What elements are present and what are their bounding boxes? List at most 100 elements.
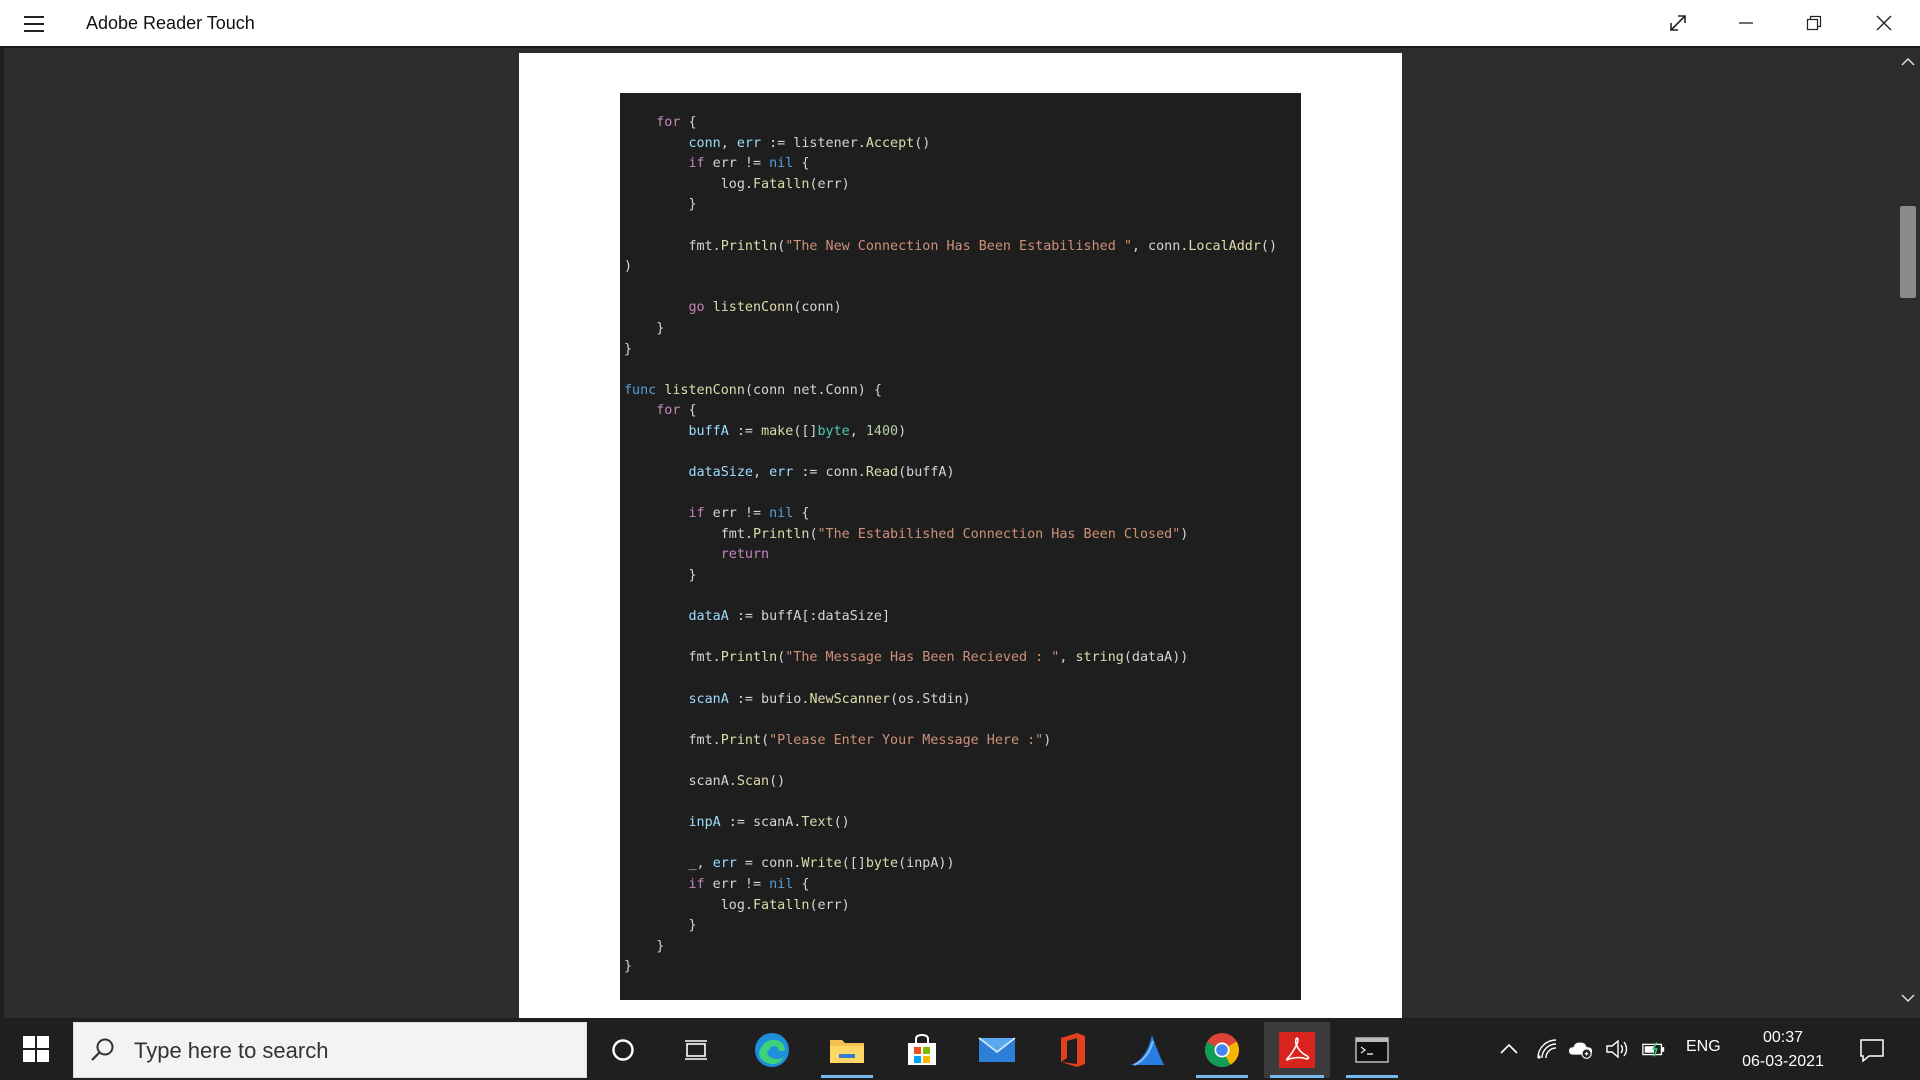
code-line: fmt.Println("The Message Has Been Reciev… [624,648,1277,669]
code-token: listenConn [712,300,794,316]
code-token: := [728,423,762,439]
action-center-button[interactable] [1852,1034,1892,1066]
taskbar-file-explorer[interactable] [815,1022,879,1078]
code-token: byte [817,423,850,439]
code-line: inpA := scanA.Text() [624,813,1277,834]
code-token: } [624,320,665,336]
code-token: , [753,465,770,481]
show-hidden-icons-button[interactable] [1496,1036,1522,1062]
code-token: } [624,568,697,584]
vertical-scrollbar[interactable] [1896,48,1920,1018]
restore-button[interactable] [1780,0,1848,46]
code-token: err != [704,876,770,892]
code-token: nil [769,156,794,172]
cortana-button[interactable] [591,1022,655,1078]
scrollbar-thumb[interactable] [1900,206,1916,298]
mail-icon [978,1037,1016,1062]
code-token: , [1059,650,1076,666]
battery-button[interactable] [1641,1036,1667,1062]
fullscreen-button[interactable] [1644,0,1712,46]
minimize-button[interactable] [1712,0,1780,46]
code-token: () [914,135,931,151]
code-token: , [720,135,737,151]
code-token: "The Estabilished Connection Has Been Cl… [817,526,1181,542]
code-token: ([] [841,856,866,872]
onedrive-button[interactable] [1568,1036,1594,1062]
code-token: err [712,856,737,872]
code-token: err != [704,156,770,172]
document-viewer[interactable]: for { conn, err := listener.Accept() if … [0,48,1920,1018]
code-line: scanA.Scan() [624,772,1277,793]
taskbar-office[interactable] [1040,1022,1104,1078]
hamburger-menu-icon[interactable] [18,12,50,36]
taskbar-wireshark[interactable] [1115,1022,1179,1078]
code-token: dataSize [688,465,754,481]
code-token: Scan [736,774,770,789]
code-token: (inpA)) [898,856,955,872]
system-clock[interactable]: 00:37 06-03-2021 [1732,1026,1834,1074]
code-line: if err != nil { [624,154,1277,175]
code-token: log. [624,176,753,192]
volume-button[interactable] [1605,1036,1631,1062]
code-token: conn [688,135,721,151]
code-line: for { [624,113,1277,134]
code-token: { [680,115,697,130]
taskbar-chrome[interactable] [1190,1022,1254,1078]
code-token: { [680,403,697,419]
taskbar-microsoft-store[interactable] [890,1022,954,1078]
taskbar-edge[interactable] [740,1022,804,1078]
network-button[interactable] [1534,1036,1560,1062]
taskbar-command-prompt[interactable] [1340,1022,1404,1078]
code-token: := scanA. [720,815,802,831]
code-token: := listener. [761,135,866,151]
close-button[interactable] [1850,0,1918,46]
notification-icon [1860,1039,1884,1062]
task-view-button[interactable] [664,1022,728,1078]
speaker-icon [1606,1039,1628,1059]
wireshark-fin-icon [1130,1035,1164,1066]
code-token: string [1075,650,1124,666]
command-prompt-icon [1355,1037,1389,1063]
taskbar-adobe-reader[interactable] [1264,1022,1330,1078]
battery-charging-icon [1642,1042,1665,1057]
code-token: Println [720,238,778,254]
taskbar-mail[interactable] [965,1022,1029,1078]
clock-time: 00:37 [1762,1029,1804,1046]
pdf-page: for { conn, err := listener.Accept() if … [519,53,1402,1018]
code-token: err [736,135,762,151]
code-token: if [688,876,705,892]
code-token: ) [898,423,907,439]
chevron-up-icon [1500,1043,1518,1054]
code-token: ( [809,526,818,542]
input-language[interactable]: ENG [1686,1038,1721,1056]
code-line: func listenConn(conn net.Conn) { [624,381,1277,402]
code-token: (os.Stdin) [890,691,971,707]
code-line: if err != nil { [624,875,1277,896]
code-line: fmt.Print("Please Enter Your Message Her… [624,731,1277,752]
taskbar-search-box[interactable] [73,1022,587,1078]
scroll-up-arrow-icon[interactable] [1900,54,1916,70]
code-token: buffA [688,423,729,439]
code-token: ) [1180,526,1189,542]
search-input[interactable] [132,1035,556,1067]
code-token: err != [704,506,770,522]
code-token: Fatalln [753,897,810,913]
scroll-down-arrow-icon[interactable] [1900,990,1916,1006]
code-token: func [624,382,657,398]
start-button[interactable] [0,1018,72,1080]
code-token: ) [1043,732,1052,748]
code-token: Accept [865,135,915,151]
onedrive-cloud-icon [1568,1042,1593,1059]
code-token: _, [624,856,713,872]
